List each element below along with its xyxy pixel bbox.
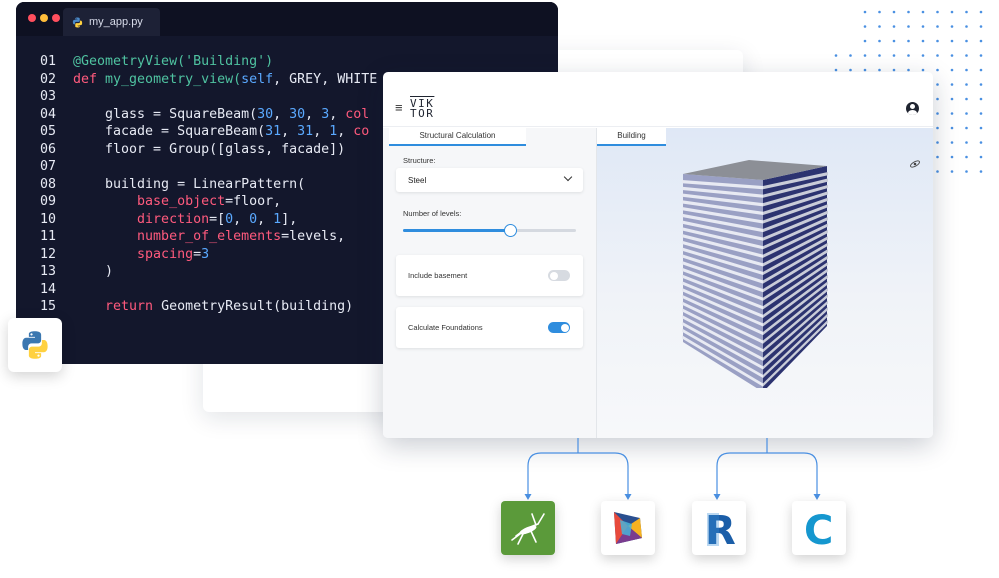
- integration-connectors: [524, 438, 821, 500]
- dynamo-icon[interactable]: [601, 501, 655, 555]
- civil3d-icon[interactable]: C: [792, 501, 846, 555]
- grasshopper-glyph: [511, 513, 545, 545]
- dynamo-glyph: [614, 512, 642, 544]
- civil3d-glyph: C: [804, 508, 833, 550]
- revit-icon[interactable]: R: [692, 501, 746, 555]
- hero-illustration: my_app.py 01 @GeometryView('Building') 02 d…: [0, 0, 999, 578]
- revit-glyph: R: [705, 508, 736, 550]
- grasshopper-icon[interactable]: [501, 501, 555, 555]
- svg-text:C: C: [804, 508, 833, 550]
